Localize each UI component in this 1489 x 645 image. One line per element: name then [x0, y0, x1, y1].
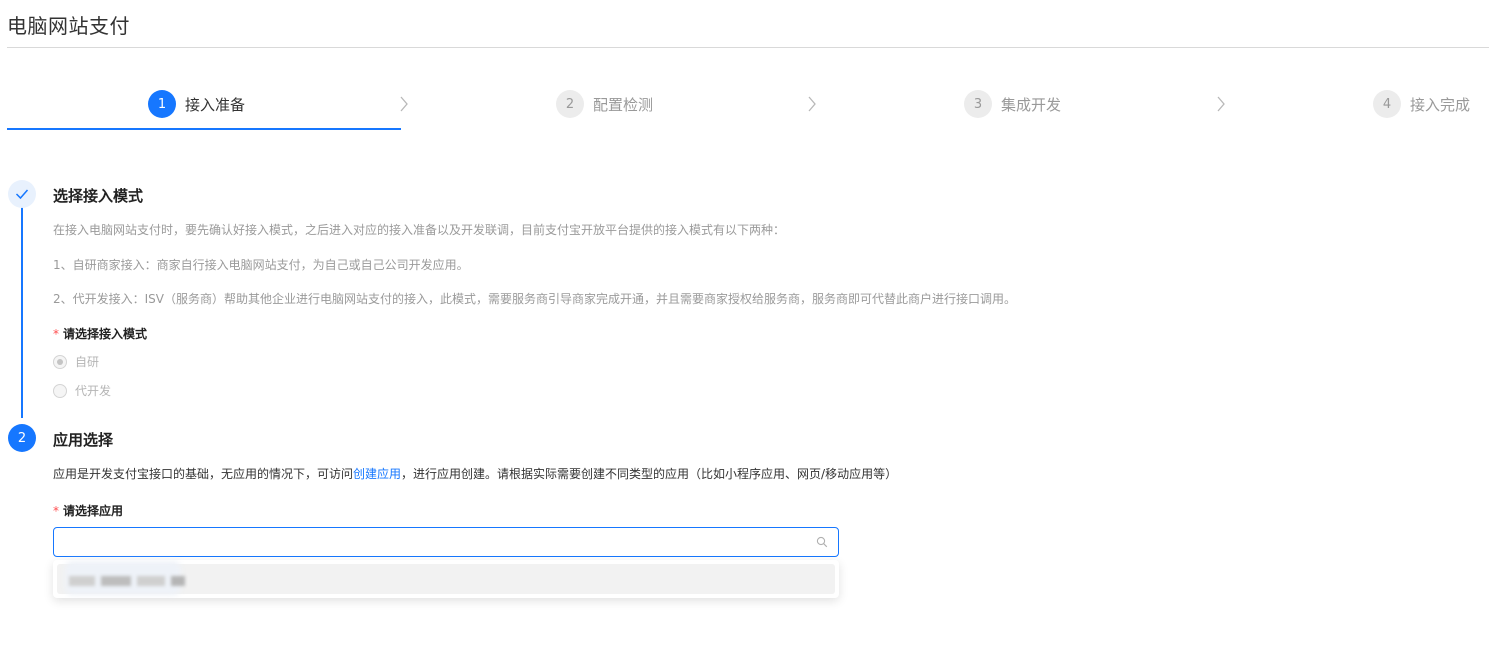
required-mark: * [53, 504, 59, 518]
app-search-input[interactable] [54, 528, 794, 556]
chevron-right-icon [1217, 96, 1225, 112]
redacted-text [171, 576, 185, 586]
step-4-number: 4 [1373, 90, 1401, 118]
redacted-text [101, 576, 131, 586]
mode-option-desc-2: 2、代开发接入：ISV（服务商）帮助其他企业进行电脑网站支付的接入，此模式，需要… [53, 292, 1017, 306]
radio-option-dev[interactable]: 代开发 [53, 382, 111, 399]
step-2[interactable]: 2 配置检测 [556, 90, 653, 118]
radio-button-checked[interactable] [53, 354, 67, 369]
radio-option-self[interactable]: 自研 [53, 353, 99, 370]
section-title-mode: 选择接入模式 [53, 187, 144, 205]
dropdown-option-redacted[interactable] [57, 561, 835, 595]
field-label-text: 请选择应用 [63, 504, 124, 518]
create-app-link[interactable]: 创建应用 [353, 467, 401, 481]
step-1-label: 接入准备 [185, 95, 246, 114]
radio-label: 代开发 [75, 384, 112, 398]
step-3-label: 集成开发 [1001, 95, 1062, 114]
step-2-number: 2 [556, 90, 584, 118]
field-label-mode: * 请选择接入模式 [53, 325, 147, 342]
app-dropdown [53, 560, 839, 598]
redacted-text [69, 576, 95, 586]
step-2-label: 配置检测 [593, 95, 654, 114]
radio-label: 自研 [75, 355, 100, 369]
field-label-text: 请选择接入模式 [63, 327, 148, 341]
redacted-text [137, 576, 165, 586]
step-4-label: 接入完成 [1410, 95, 1471, 114]
step-3[interactable]: 3 集成开发 [964, 90, 1061, 118]
mode-option-desc-1: 1、自研商家接入：商家自行接入电脑网站支付，为自己或自己公司开发应用。 [53, 258, 469, 272]
title-divider [7, 47, 1489, 48]
step-3-number: 3 [964, 90, 992, 118]
desc-text: ，进行应用创建。请根据实际需要创建不同类型的应用（比如小程序应用、网页/移动应用… [401, 467, 898, 481]
check-icon [15, 189, 29, 200]
field-label-app: * 请选择应用 [53, 502, 123, 519]
desc-text: 应用是开发支付宝接口的基础，无应用的情况下，可访问 [53, 467, 354, 481]
section-description-app: 应用是开发支付宝接口的基础，无应用的情况下，可访问创建应用，进行应用创建。请根据… [53, 465, 897, 482]
search-icon [816, 536, 828, 548]
page-title: 电脑网站支付 [7, 14, 130, 38]
chevron-right-icon [400, 96, 408, 112]
radio-button[interactable] [53, 383, 67, 398]
app-select-box[interactable] [53, 527, 839, 557]
timeline-step-number: 2 [8, 424, 36, 452]
chevron-right-icon [808, 96, 816, 112]
timeline-connector [21, 206, 23, 418]
step-1[interactable]: 1 接入准备 [148, 90, 245, 118]
section-description: 在接入电脑网站支付时，要先确认好接入模式，之后进入对应的接入准备以及开发联调，目… [53, 223, 786, 237]
required-mark: * [53, 327, 59, 341]
section-title-app: 应用选择 [53, 431, 114, 449]
active-step-indicator [7, 128, 401, 130]
step-1-number: 1 [148, 90, 176, 118]
step-4[interactable]: 4 接入完成 [1373, 90, 1470, 118]
timeline-step-done [8, 180, 36, 208]
